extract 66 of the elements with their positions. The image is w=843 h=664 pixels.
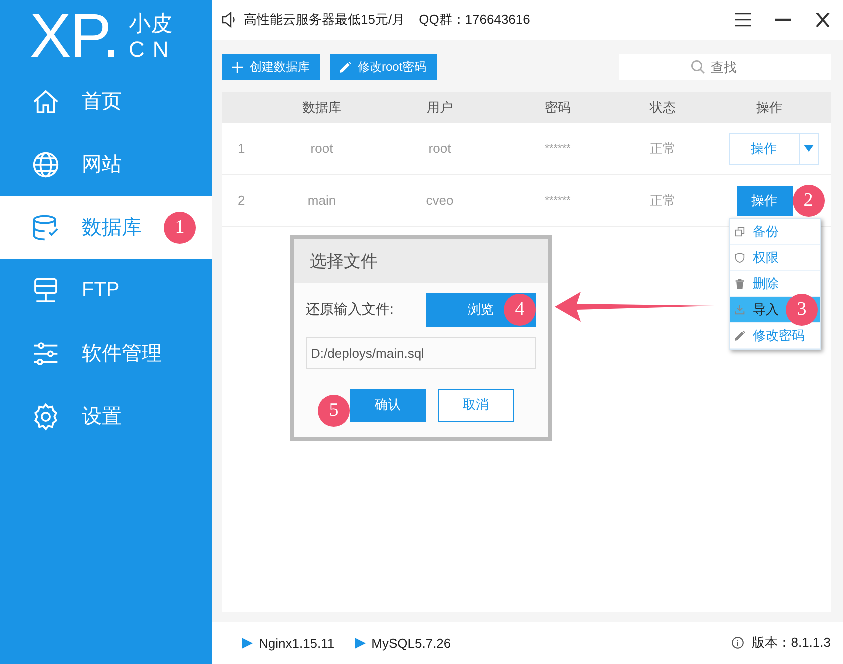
home-icon — [32, 88, 60, 116]
plus-icon — [232, 62, 243, 72]
column-header: 密码 — [544, 98, 572, 116]
play-icon — [354, 638, 366, 648]
step-badge: 5 — [318, 395, 350, 427]
table-cell-text: root — [310, 141, 334, 156]
caret-icon — [804, 145, 814, 152]
column-header: 用户 — [426, 98, 454, 116]
row-number: 1 — [237, 141, 246, 156]
speaker-icon — [222, 12, 236, 28]
sidebar-item[interactable]: 数据库 1 — [0, 196, 212, 259]
pencil-icon — [735, 330, 745, 340]
download-icon — [735, 304, 745, 314]
notice-text: 高性能云服务器最低15元/月 — [244, 11, 406, 29]
service-label: MySQL5.7.26 — [372, 636, 452, 650]
table-cell-text: root — [428, 141, 452, 156]
database-icon — [32, 214, 60, 242]
step-badge: 2 — [792, 184, 824, 216]
globe-icon — [32, 150, 60, 178]
search-icon — [691, 60, 705, 74]
toolbar-button[interactable]: 修改root密码 — [330, 54, 437, 80]
table-cell-text: 正常 — [649, 140, 677, 158]
table-cell-text: main — [306, 193, 338, 208]
settings-icon — [32, 402, 60, 430]
sliders-icon — [32, 340, 60, 368]
menu-item[interactable]: 权限 — [730, 245, 820, 271]
row-number: 2 — [237, 193, 246, 208]
trash-icon — [735, 278, 745, 288]
field-label: 还原输入文件: — [306, 301, 394, 319]
sidebar-item[interactable]: 网站 — [0, 133, 212, 196]
version-text: 版本：8.1.1.3 — [752, 634, 831, 652]
copy-icon — [735, 226, 745, 236]
confirm-button[interactable]: 确认 — [350, 388, 426, 422]
step-badge: 4 — [504, 294, 536, 326]
menu-icon[interactable] — [735, 13, 751, 27]
info-icon — [732, 637, 744, 649]
sidebar-item[interactable]: 软件管理 — [0, 322, 212, 385]
toolbar-button[interactable]: 创建数据库 — [222, 54, 320, 80]
dialog-title: 选择文件 — [294, 239, 548, 283]
cancel-button[interactable]: 取消 — [438, 388, 514, 422]
column-header: 数据库 — [302, 98, 342, 116]
pencil-icon — [340, 62, 351, 72]
table-cell-text: 正常 — [649, 192, 677, 210]
menu-item[interactable]: 修改密码 — [730, 323, 820, 349]
play-icon — [242, 638, 253, 648]
table-cell-text: cveo — [425, 193, 455, 208]
action-button[interactable]: 操作 — [736, 186, 792, 216]
sidebar-item[interactable]: 设置 — [0, 385, 212, 448]
column-header: 状态 — [648, 98, 677, 116]
monitor-icon — [32, 276, 60, 304]
search-field[interactable]: 查找 — [619, 54, 831, 80]
close-icon[interactable] — [815, 13, 831, 27]
column-header: 操作 — [756, 98, 784, 116]
browse-button[interactable]: 浏览 4 — [426, 293, 536, 327]
step-badge: 1 — [164, 212, 196, 244]
table-cell-text: ****** — [544, 194, 572, 206]
sidebar-item[interactable]: FTP — [0, 259, 212, 322]
table-cell-text: ****** — [544, 142, 572, 154]
file-path-field[interactable]: D:/deploys/main.sql — [306, 337, 536, 369]
qq-group-text: QQ群：176643616 — [419, 11, 530, 29]
service-label: Nginx1.15.11 — [259, 636, 335, 650]
menu-item[interactable]: 备份 — [730, 219, 820, 245]
shield-icon — [735, 252, 745, 262]
sidebar-item[interactable]: 首页 — [0, 70, 212, 133]
step-badge: 3 — [786, 294, 818, 326]
menu-item[interactable]: 导入 3 — [730, 297, 820, 323]
